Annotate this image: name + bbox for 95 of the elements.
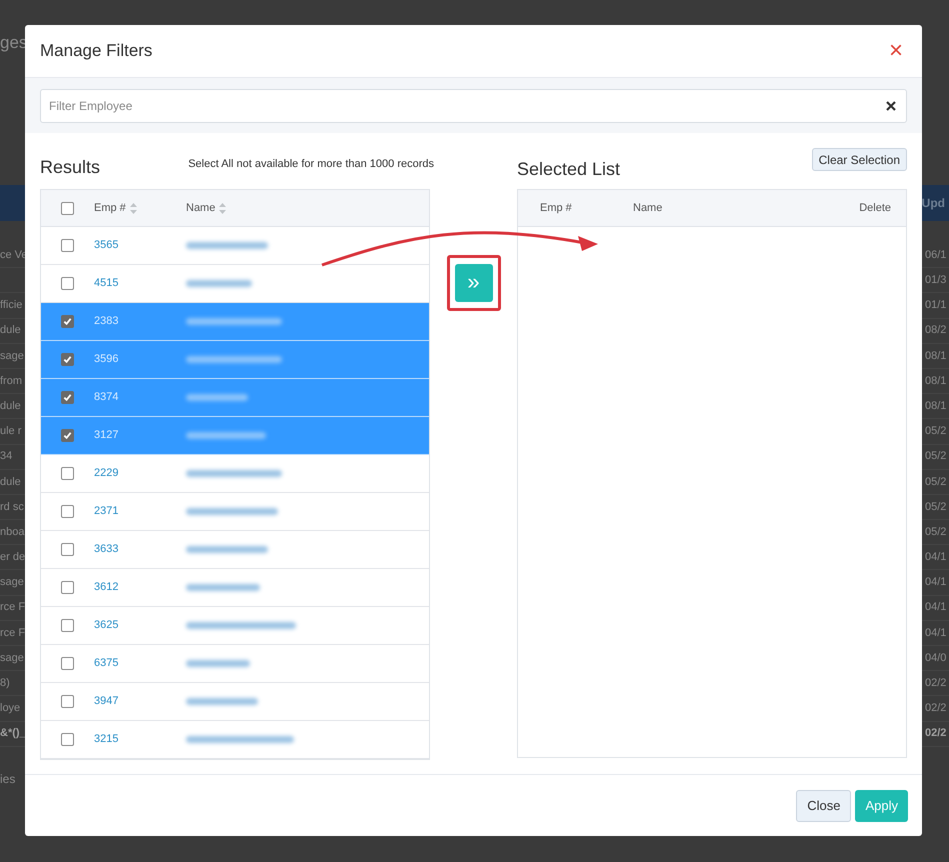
page-cell-fragment: nboa [0, 524, 24, 540]
page-date-fragment: 05/2 [925, 449, 948, 464]
page-date-fragment: 04/1 [925, 600, 948, 616]
clear-icon[interactable] [886, 100, 896, 110]
page-date-fragment: 04/1 [925, 626, 948, 641]
checkbox[interactable] [61, 695, 74, 708]
page-cell-fragment: from [0, 374, 22, 389]
result-row[interactable]: 3127 [41, 417, 429, 455]
close-dialog-button[interactable]: Close [796, 790, 852, 822]
column-header: Delete [859, 200, 891, 216]
sort-icon [219, 202, 226, 214]
employee-number-link[interactable]: 8374 [94, 389, 186, 406]
checkbox[interactable] [61, 391, 74, 404]
page-cell-fragment: ule r [0, 424, 22, 440]
page-date-fragment: 08/1 [925, 348, 948, 364]
result-row[interactable]: 3596 [41, 341, 429, 379]
employee-number-link[interactable]: 3947 [94, 693, 186, 710]
select-all-note: Select All not available for more than 1000 records [188, 157, 434, 172]
page-date-fragment: 06/1 [925, 248, 948, 263]
employee-number-link[interactable]: 2371 [94, 503, 186, 520]
clear-selection-button[interactable]: Clear Selection [812, 148, 907, 171]
result-row[interactable]: 2383 [41, 303, 429, 341]
page-cell-fragment: rd sc [0, 500, 24, 515]
checkbox[interactable] [61, 619, 74, 632]
blurred-name [186, 698, 258, 705]
page-date-fragment: 08/2 [925, 323, 948, 338]
employee-number-link[interactable]: 2229 [94, 465, 186, 482]
checkbox[interactable] [61, 657, 74, 670]
apply-button[interactable]: Apply [855, 790, 908, 822]
page-date-fragment: 04/0 [925, 650, 948, 666]
page-cell-fragment: sage [0, 575, 24, 590]
checkbox[interactable] [61, 581, 74, 594]
page-cell-fragment: er de [0, 550, 26, 566]
result-row[interactable]: 8374 [41, 379, 429, 417]
checkbox[interactable] [61, 277, 74, 290]
employee-number-link[interactable]: 6375 [94, 655, 186, 672]
column-header[interactable]: Emp # [94, 200, 186, 216]
checkbox[interactable] [61, 733, 74, 746]
close-button[interactable]: × [884, 39, 907, 63]
page-cell-fragment: dule [0, 398, 21, 414]
checkbox[interactable] [61, 202, 74, 214]
page-cell-fragment: dule [0, 474, 21, 490]
page-cell-fragment: rce F [0, 600, 26, 616]
checkbox[interactable] [61, 543, 74, 556]
modal-title: Manage Filters [40, 40, 152, 62]
page-date-fragment: 02/2 [925, 701, 948, 716]
checkbox[interactable] [61, 505, 74, 518]
employee-number-link[interactable]: 3612 [94, 579, 186, 596]
employee-number-link[interactable]: 4515 [94, 275, 186, 292]
employee-number-link[interactable]: 3596 [94, 351, 186, 368]
blurred-name [186, 394, 248, 401]
checkbox[interactable] [61, 239, 74, 252]
employee-number-link[interactable]: 3633 [94, 541, 186, 558]
page-cell-fragment: fficie [0, 298, 22, 314]
selected-list-title: Selected List [517, 158, 620, 181]
blurred-name [186, 280, 252, 287]
page-date-fragment: 02/2 [925, 726, 948, 742]
column-header: Name [633, 200, 664, 216]
page-date-fragment: 05/2 [925, 424, 948, 440]
page-cell-fragment: loye [0, 701, 20, 716]
column-header[interactable]: Name [186, 200, 226, 216]
page-date-fragment: 05/2 [925, 474, 948, 490]
checkbox[interactable] [61, 353, 74, 366]
page-date-fragment: 05/2 [925, 524, 948, 540]
page-date-fragment: 08/1 [925, 398, 948, 414]
employee-number-link[interactable]: 3565 [94, 237, 186, 254]
page-date-fragment: 02/2 [925, 676, 948, 692]
page-date-fragment: 01/3 [925, 273, 948, 288]
page-text-fragment: ies [0, 772, 16, 786]
page-date-fragment: 08/1 [925, 374, 948, 389]
page-cell-fragment: rce F [0, 626, 26, 641]
page-date-fragment: 04/1 [925, 575, 948, 590]
page-cell-fragment: sage [0, 348, 24, 364]
checkbox[interactable] [61, 315, 74, 328]
employee-number-link[interactable]: 2383 [94, 313, 186, 330]
page-cell-fragment: dule [0, 323, 21, 338]
employee-number-link[interactable]: 3127 [94, 427, 186, 444]
page-date-fragment: 05/2 [925, 500, 948, 515]
page-cell-fragment: 34 [0, 449, 12, 464]
page-date-fragment: 01/1 [925, 298, 948, 314]
page-date-fragment: 04/1 [925, 550, 948, 566]
sort-icon [130, 202, 137, 214]
move-right-button[interactable]: » [454, 264, 492, 302]
blurred-name [186, 660, 250, 667]
column-header: Emp # [540, 200, 573, 216]
employee-number-link[interactable]: 3215 [94, 731, 186, 748]
page-cell-fragment: &*()_ [0, 726, 26, 742]
page-cell-fragment: 8) [0, 676, 10, 692]
filter-field[interactable]: Filter Employee [40, 88, 907, 122]
checkbox[interactable] [61, 429, 74, 442]
employee-number-link[interactable]: 3625 [94, 617, 186, 634]
results-title: Results [40, 156, 100, 179]
page-cell-fragment: sage [0, 650, 24, 666]
checkbox[interactable] [61, 467, 74, 480]
column-header-fragment: Upd [922, 195, 945, 212]
